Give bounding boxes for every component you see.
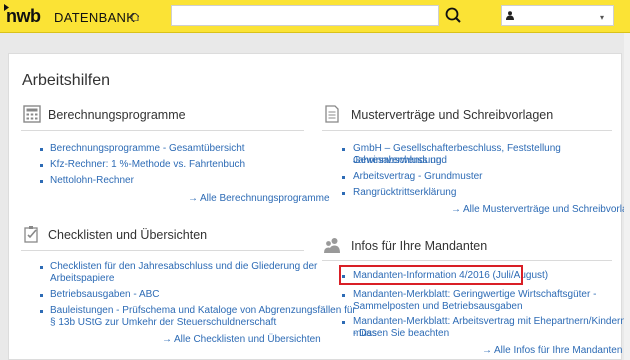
section-title-mandanten: Infos für Ihre Mandanten (351, 239, 488, 253)
more-link-label: Alle Berechnungsprogramme (200, 193, 330, 204)
section-title-berechnungsprogramme: Berechnungsprogramme (48, 108, 186, 122)
list-item[interactable]: Kfz-Rechner: 1 %-Methode vs. Fahrtenbuch (50, 159, 245, 171)
highlight-box (339, 265, 523, 285)
divider (322, 260, 612, 261)
document-icon (325, 105, 339, 123)
list-item[interactable]: Nettolohn-Rechner (50, 175, 134, 187)
user-icon (506, 11, 514, 20)
page-title: Arbeitshilfen (22, 72, 111, 89)
divider (21, 130, 304, 131)
more-link-label: Alle Infos für Ihre Mandanten (494, 345, 623, 356)
bullet (40, 294, 43, 297)
list-item[interactable]: Bauleistungen - Prüfschema und Kataloge … (50, 305, 356, 317)
more-link-label: Alle Checklisten und Übersichten (174, 334, 321, 345)
user-menu[interactable] (501, 5, 614, 26)
list-item[interactable]: Berechnungsprogramme - Gesamtübersicht (50, 143, 245, 155)
bullet (40, 266, 43, 269)
arrow-right-icon: → (451, 204, 461, 215)
bullet (342, 294, 345, 297)
bullet (40, 310, 43, 313)
search-button[interactable] (440, 4, 466, 27)
divider (322, 130, 612, 131)
more-link-berechnungsprogramme[interactable]: → Alle Berechnungsprogramme (188, 193, 330, 204)
more-link-label: Alle Musterverträge und Schreibvorlagen (463, 204, 630, 215)
list-item[interactable]: Mandanten-Merkblatt: Geringwertige Wirts… (353, 289, 596, 301)
bullet (342, 321, 345, 324)
bullet (342, 176, 345, 179)
arrow-right-icon: → (482, 345, 492, 356)
more-link-checklisten[interactable]: → Alle Checklisten und Übersichten (162, 334, 321, 345)
search-icon (445, 7, 461, 23)
users-icon (324, 238, 340, 253)
section-title-mustervertraege: Musterverträge und Schreibvorlagen (351, 108, 554, 122)
logo-subtitle[interactable]: DATENBANK (54, 10, 135, 25)
list-item[interactable]: Rangrücktrittserklärung (353, 187, 456, 199)
bullet (40, 180, 43, 183)
bullet (40, 164, 43, 167)
section-title-checklisten: Checklisten und Übersichten (48, 228, 208, 242)
search-input[interactable] (171, 5, 439, 26)
list-item-continued[interactable]: müssen Sie beachten (353, 328, 449, 340)
bullet (40, 148, 43, 151)
list-item-continued[interactable]: Gewinnverwendung (353, 155, 441, 167)
list-item[interactable]: Checklisten für den Jahresabschluss und … (50, 261, 317, 273)
more-link-mandanten[interactable]: → Alle Infos für Ihre Mandanten (482, 345, 622, 356)
checklist-icon (24, 226, 38, 243)
list-item-continued[interactable]: Arbeitspapiere (50, 273, 114, 285)
divider (21, 250, 304, 251)
more-link-mustervertraege[interactable]: → Alle Musterverträge und Schreibvorlagen (451, 204, 630, 215)
logo[interactable]: nwb (6, 6, 41, 27)
scrollbar[interactable] (624, 33, 630, 360)
calculator-icon (23, 105, 41, 123)
bullet (342, 192, 345, 195)
list-item[interactable]: Betriebsausgaben - ABC (50, 289, 160, 301)
chevron-down-icon[interactable]: ▾ (600, 13, 604, 22)
home-icon[interactable] (131, 13, 139, 21)
arrow-right-icon: → (188, 193, 198, 204)
list-item-continued[interactable]: § 13b UStG zur Umkehr der Steuerschuldne… (50, 317, 276, 329)
arrow-right-icon: → (162, 334, 172, 345)
list-item-continued[interactable]: Sammelposten und Betriebsausgaben (353, 301, 523, 313)
list-item[interactable]: Arbeitsvertrag - Grundmuster (353, 171, 483, 183)
bullet (342, 148, 345, 151)
